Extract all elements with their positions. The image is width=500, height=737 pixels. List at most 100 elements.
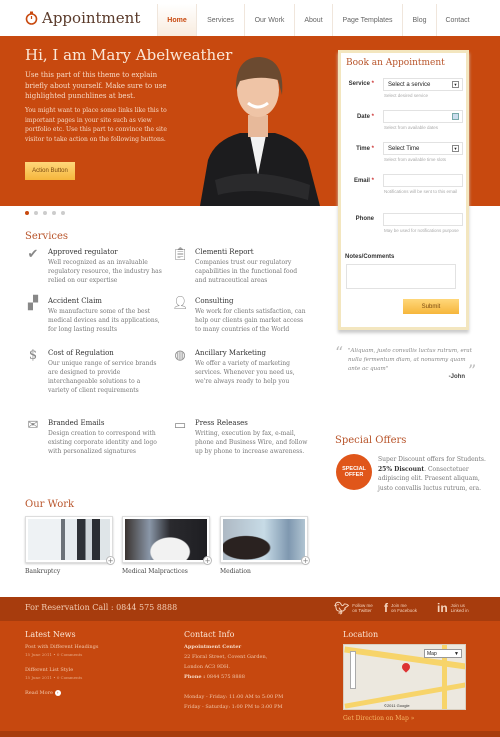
service-description: We offer a variety of marketing services… [195, 360, 295, 385]
quote-author: -John [448, 374, 465, 380]
services-heading: Services [25, 231, 69, 242]
notes-textarea[interactable] [346, 264, 456, 289]
special-offer-text: Super Discount offers for Students. 25% … [378, 456, 486, 492]
monitor-icon: ▭ [173, 418, 187, 433]
slider-dot[interactable] [43, 211, 47, 215]
phone-label: Phone [355, 216, 374, 222]
location-heading: Location [343, 630, 379, 639]
news-post-title[interactable]: Post with Different Headings [25, 642, 165, 652]
phone-input[interactable] [383, 213, 463, 226]
zoom-plus-icon[interactable]: + [301, 556, 310, 565]
location-map[interactable]: Map ▼ ©2011 Google [343, 644, 466, 710]
service-title: Branded Emails [48, 419, 105, 427]
work-caption[interactable]: Mediation [220, 568, 251, 575]
news-post-meta: 15 June 2011 • 0 Comments [25, 675, 83, 680]
latest-news-heading: Latest News [25, 630, 76, 639]
service-title: Clementi Report [195, 248, 254, 256]
phone-help: May be used for notifications purpose [384, 228, 459, 233]
contact-hours-2: Friday - Saturday: 1:00 PM to 3:00 PM [184, 704, 283, 710]
news-post-title[interactable]: Different List Style [25, 665, 165, 675]
contact-address-2: London AC3 9DH. [184, 664, 230, 670]
footer-bottom-strip [0, 731, 500, 737]
map-credit: ©2011 Google [384, 703, 410, 708]
read-more-link[interactable]: Read More › [25, 688, 165, 698]
work-thumbnail-medical-malpractices[interactable]: + [122, 516, 212, 565]
special-offer-badge: SPECIAL OFFER [336, 454, 372, 490]
service-description: Companies trust our regulatory capabilit… [195, 259, 298, 284]
footer: Latest News Post with Different Headings… [0, 621, 500, 731]
email-label: Email * [353, 178, 374, 184]
slider-dot[interactable] [25, 211, 29, 215]
user-icon: 👤︎ [172, 296, 189, 311]
submit-button[interactable]: Submit [403, 299, 459, 314]
get-direction-link[interactable]: Get Direction on Map » [343, 715, 473, 722]
service-select[interactable]: Select a service ▼ [383, 78, 463, 91]
contact-hours-1: Monday - Friday: 11:00 AM to 5:00 PM [184, 694, 284, 700]
service-label: Service * [348, 81, 374, 87]
work-thumbnail-bankruptcy[interactable]: + [25, 516, 115, 565]
logo-text: Appointment [42, 9, 141, 27]
clipboard-icon: 📋︎ [172, 247, 189, 262]
logo[interactable]: Appointment [25, 9, 140, 27]
social-twitter[interactable]: 🐦︎ Follow me on Twitter [334, 601, 373, 615]
service-description: We work for clients satisfaction, can he… [195, 308, 306, 333]
slider-dot[interactable] [34, 211, 38, 215]
work-caption[interactable]: Bankruptcy [25, 568, 60, 575]
zoom-plus-icon[interactable]: + [106, 556, 115, 565]
service-title: Cost of Regulation [48, 349, 114, 357]
documents-icon: ▞ [28, 296, 38, 311]
service-title: Approved regulator [48, 248, 118, 256]
nav-services[interactable]: Services [196, 4, 244, 36]
our-work-heading: Our Work [25, 499, 75, 510]
hero-text: You might want to place some links like … [25, 107, 167, 143]
email-input[interactable] [383, 174, 463, 187]
slider-dot[interactable] [52, 211, 56, 215]
nav-page-templates[interactable]: Page Templates [332, 4, 402, 36]
action-button[interactable]: Action Button [25, 162, 75, 180]
map-zoom-control[interactable] [350, 651, 356, 689]
contact-heading: Contact Info [184, 630, 235, 639]
service-description: We manufacture some of the best medical … [48, 308, 160, 333]
social-facebook[interactable]: f Join me on Facebook [384, 601, 417, 615]
service-description: Writing, execution by fax, e-mail, phone… [195, 430, 308, 455]
hero-intro: Use this part of this theme to explain b… [25, 71, 167, 100]
nav-home[interactable]: Home [157, 4, 196, 36]
slider-dot[interactable] [61, 211, 65, 215]
work-caption[interactable]: Medical Malpractices [122, 568, 188, 575]
date-help: Select from available dates [384, 125, 439, 130]
service-description: Our unique range of service brands are d… [48, 360, 157, 394]
service-title: Press Releases [195, 419, 248, 427]
news-post-meta: 15 June 2011 • 0 Comments [25, 652, 83, 657]
zoom-plus-icon[interactable]: + [203, 556, 212, 565]
stopwatch-icon [25, 11, 38, 25]
social-linkedin[interactable]: in Join us Linked in [437, 601, 469, 615]
special-offers-heading: Special Offers [335, 435, 407, 446]
service-title: Accident Claim [48, 297, 102, 305]
dropdown-arrow-icon: ▼ [452, 145, 459, 152]
contact-phone: Phone : 0844 575 8888 [184, 674, 245, 680]
latest-news: Latest News Post with Different Headings… [25, 630, 165, 698]
twitter-icon: 🐦︎ [334, 601, 350, 615]
location: Location Map ▼ ©2011 Google Get Direction… [343, 630, 473, 722]
nav-about[interactable]: About [294, 4, 332, 36]
work-thumbnail-mediation[interactable]: + [220, 516, 310, 565]
header: Appointment Home Services Our Work About… [0, 0, 500, 36]
envelope-icon: ✉ [27, 418, 39, 433]
nav-our-work[interactable]: Our Work [244, 4, 294, 36]
map-pin-icon [400, 661, 412, 673]
form-title: Book an Appointment [346, 58, 445, 68]
date-input[interactable] [383, 110, 463, 123]
nav-blog[interactable]: Blog [402, 4, 436, 36]
service-title: Consulting [195, 297, 234, 305]
time-select[interactable]: Select Time ▼ [383, 142, 463, 155]
facebook-icon: f [384, 601, 388, 615]
calendar-icon[interactable] [452, 113, 459, 120]
nav-contact[interactable]: Contact [436, 4, 478, 36]
reservation-bar: For Reservation Call : 0844 575 8888 [0, 597, 500, 621]
service-description: Well recognized as an invaluable regulat… [48, 259, 162, 284]
appointment-form: Book an Appointment Service * Select a s… [338, 50, 469, 330]
globe-icon: ◍ [174, 348, 186, 363]
testimonial: “ "Aliquam, justo convallis luctus rutru… [335, 343, 483, 380]
reservation-text: For Reservation Call : 0844 575 8888 [25, 603, 178, 612]
map-type-select[interactable]: Map ▼ [424, 649, 462, 658]
